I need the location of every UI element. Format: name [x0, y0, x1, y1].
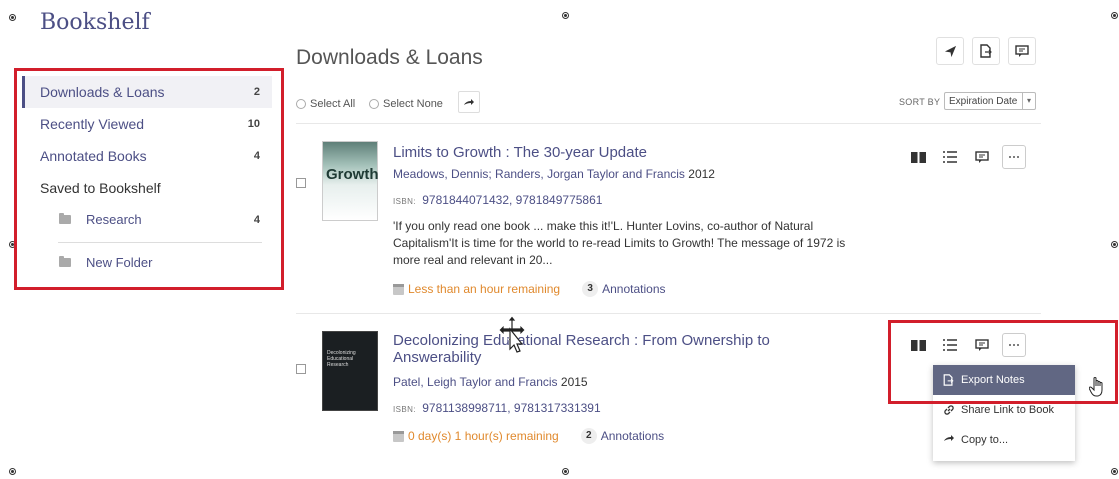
- sort-value: Expiration Date: [949, 96, 1018, 107]
- book-actions: [906, 145, 1026, 169]
- book-meta: 0 day(s) 1 hour(s) remaining 2 Annotatio…: [393, 428, 664, 444]
- book-cover[interactable]: Decolonizing Educational Research: [322, 331, 378, 411]
- share-selected-button[interactable]: [458, 91, 480, 113]
- menu-item-label: Copy to...: [961, 434, 1009, 446]
- author-link[interactable]: Patel, Leigh: [393, 375, 456, 389]
- cover-title: Decolonizing Educational Research: [327, 350, 356, 368]
- more-options-button[interactable]: [1002, 145, 1026, 169]
- header-actions: [936, 37, 1036, 65]
- export-button[interactable]: [972, 37, 1000, 65]
- annotations-link[interactable]: Annotations: [602, 282, 665, 296]
- selection-handle[interactable]: [1111, 12, 1118, 19]
- publisher-link[interactable]: Taylor and Francis: [587, 167, 685, 181]
- book-isbn: ISBN: 9781844071432, 9781849775861: [393, 193, 602, 207]
- time-remaining: Less than an hour remaining: [408, 282, 561, 296]
- select-all-button[interactable]: Select All: [296, 98, 355, 110]
- book-icon: [910, 152, 926, 163]
- book-authors: Patel, Leigh Taylor and Francis 2015: [393, 375, 588, 389]
- annotation-count-badge: 3: [582, 281, 599, 297]
- read-book-button[interactable]: [906, 145, 930, 169]
- export-file-icon: [980, 44, 992, 58]
- sort-label: SORT BY: [899, 97, 941, 107]
- chevron-down-icon: ▾: [1022, 93, 1035, 109]
- table-of-contents-button[interactable]: [938, 145, 962, 169]
- book-authors: Meadows, Dennis; Randers, Jorgan Taylor …: [393, 167, 715, 181]
- isbn-value: 9781138998711, 9781317331391: [422, 401, 601, 415]
- selection-handle[interactable]: [562, 12, 569, 19]
- publisher-link[interactable]: Taylor and Francis: [460, 375, 558, 389]
- isbn-label: ISBN:: [393, 405, 416, 414]
- menu-item-label: Share Link to Book: [961, 404, 1054, 416]
- calendar-icon: [393, 430, 404, 442]
- app-title: Bookshelf: [40, 10, 150, 35]
- divider: [296, 313, 1041, 314]
- highlight-box-sidebar: [14, 68, 284, 290]
- selection-handle[interactable]: [562, 468, 569, 475]
- selection-handle[interactable]: [1111, 468, 1118, 475]
- selection-handle[interactable]: [9, 468, 16, 475]
- isbn-label: ISBN:: [393, 197, 416, 206]
- book-checkbox[interactable]: [296, 178, 306, 188]
- book-description: 'If you only read one book ... make this…: [393, 219, 846, 267]
- copy-to-menu-item[interactable]: Copy to...: [933, 425, 1075, 455]
- highlight-box-menu: [888, 320, 1118, 404]
- book-title-link[interactable]: Decolonizing Educational Research : From…: [393, 332, 833, 366]
- selection-handle[interactable]: [1111, 241, 1118, 248]
- select-all-label: Select All: [310, 98, 356, 110]
- list-toolbar: Select All Select None SORT BY Expiratio…: [296, 90, 1041, 120]
- book-checkbox[interactable]: [296, 364, 306, 374]
- select-none-button[interactable]: Select None: [369, 98, 443, 110]
- sort-select[interactable]: Expiration Date ▾: [944, 92, 1036, 110]
- link-icon: [944, 405, 954, 415]
- comment-icon: [975, 150, 989, 163]
- send-button[interactable]: [936, 37, 964, 65]
- time-remaining: 0 day(s) 1 hour(s) remaining: [408, 429, 559, 443]
- book-isbn: ISBN: 9781138998711, 9781317331391: [393, 401, 601, 415]
- copy-arrow-icon: [944, 435, 954, 441]
- page-title: Downloads & Loans: [296, 46, 483, 69]
- hand-cursor-icon: [1089, 377, 1103, 397]
- cover-title: Growth: [326, 166, 379, 183]
- divider: [296, 123, 1041, 124]
- list-icon: [943, 151, 957, 163]
- check-circle-icon: [369, 99, 379, 109]
- send-icon: [944, 45, 956, 57]
- annotation-count-badge: 2: [580, 428, 597, 444]
- book-meta: Less than an hour remaining 3 Annotation…: [393, 281, 666, 297]
- annotations-link[interactable]: Annotations: [601, 429, 664, 443]
- selection-handle[interactable]: [9, 14, 16, 21]
- comment-icon: [1015, 44, 1029, 57]
- publication-year: 2015: [560, 375, 588, 389]
- notes-button[interactable]: [970, 145, 994, 169]
- move-cursor-icon: [498, 316, 526, 353]
- calendar-icon: [393, 283, 404, 295]
- check-circle-icon: [296, 99, 306, 109]
- more-icon: [1009, 156, 1019, 158]
- comment-button[interactable]: [1008, 37, 1036, 65]
- book-cover[interactable]: Growth: [322, 141, 379, 221]
- publication-year: 2012: [688, 167, 715, 181]
- copy-arrow-icon: [464, 98, 474, 105]
- author-link[interactable]: Meadows, Dennis; Randers, Jorgan: [393, 167, 584, 181]
- isbn-value: 9781844071432, 9781849775861: [422, 193, 603, 207]
- select-none-label: Select None: [383, 98, 443, 110]
- book-title-link[interactable]: Limits to Growth : The 30-year Update: [393, 144, 833, 161]
